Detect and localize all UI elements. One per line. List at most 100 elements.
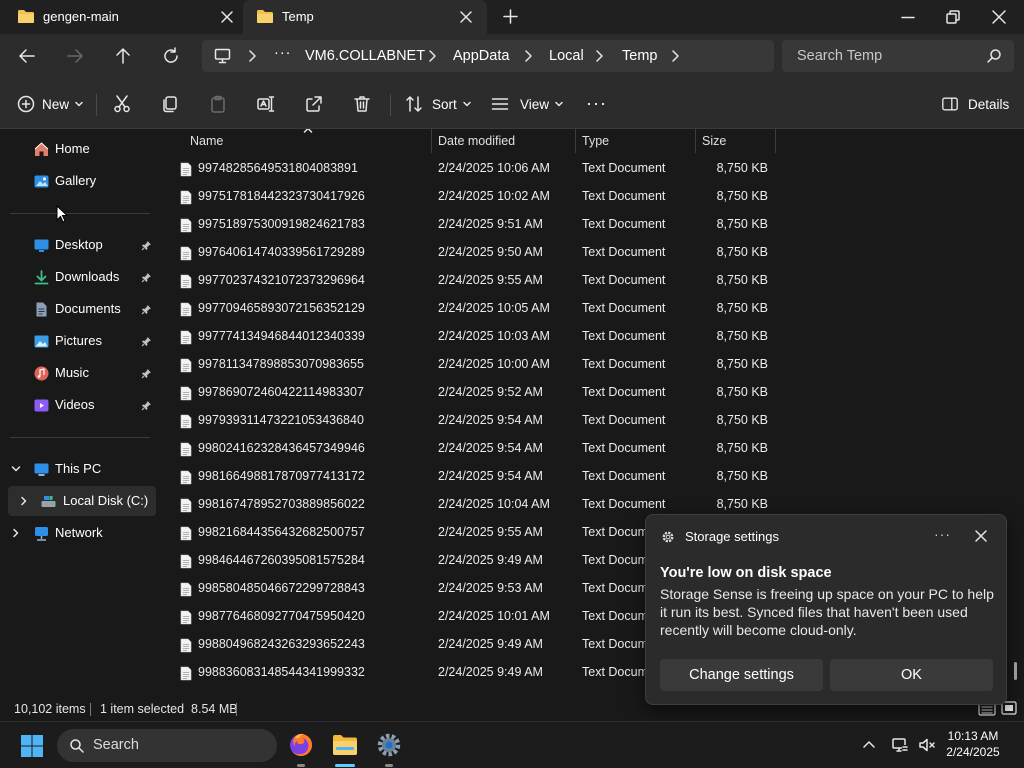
breadcrumb-item[interactable]: Temp xyxy=(622,48,657,64)
firefox-icon[interactable] xyxy=(286,730,316,760)
volume-muted-icon[interactable] xyxy=(918,736,936,754)
column-divider[interactable] xyxy=(695,129,696,153)
pin-icon[interactable] xyxy=(141,400,152,411)
sidebar-item-this-pc[interactable]: This PC xyxy=(8,454,156,484)
minimize-icon[interactable] xyxy=(899,8,917,26)
file-size: 8,750 KB xyxy=(716,441,768,455)
sidebar-item-home[interactable]: Home xyxy=(8,134,156,164)
text-file-icon xyxy=(180,386,192,401)
file-type: Text Document xyxy=(582,189,666,203)
delete-button[interactable] xyxy=(352,92,372,116)
cut-button[interactable] xyxy=(112,92,132,116)
pin-icon[interactable] xyxy=(141,368,152,379)
column-header-name[interactable]: Name xyxy=(190,134,223,148)
file-row[interactable]: 99786907246042211498330​7 2/24/2025 9:52 … xyxy=(158,379,1024,407)
address-bar[interactable]: ··· VM6.COLLABNET AppData Local Temp xyxy=(202,40,774,72)
network-status-icon[interactable] xyxy=(891,736,909,754)
chevron-right-icon[interactable] xyxy=(11,528,21,538)
chevron-down-icon[interactable] xyxy=(11,464,21,474)
column-header-size[interactable]: Size xyxy=(702,134,726,148)
system-clock[interactable]: 10:13 AM 2/24/2025 xyxy=(940,728,1006,760)
file-row[interactable]: 99816649881787097741317​2 2/24/2025 9:54 … xyxy=(158,463,1024,491)
column-divider[interactable] xyxy=(431,129,432,153)
sort-button[interactable]: Sort xyxy=(404,92,471,116)
breadcrumb-item[interactable]: Local xyxy=(549,48,584,64)
sidebar-item-videos[interactable]: Videos xyxy=(8,390,156,420)
up-arrow-icon[interactable] xyxy=(112,45,134,67)
file-type: Text Document xyxy=(582,413,666,427)
column-header-date[interactable]: Date modified xyxy=(438,134,515,148)
share-button[interactable] xyxy=(304,92,324,116)
file-row[interactable]: 99751781844232373041792​6 2/24/2025 10:02… xyxy=(158,183,1024,211)
forward-arrow-icon[interactable] xyxy=(64,45,86,67)
taskbar-search[interactable]: Search xyxy=(57,729,277,762)
file-date-modified: 2/24/2025 9:51 AM xyxy=(438,217,543,231)
sidebar-item-label: Home xyxy=(55,141,90,156)
search-input[interactable]: Search Temp xyxy=(782,40,1014,72)
ok-button[interactable]: OK xyxy=(830,659,993,691)
text-file-icon xyxy=(180,498,192,513)
sidebar-item-desktop[interactable]: Desktop xyxy=(8,230,156,260)
column-headers: Name Date modified Type Size xyxy=(158,129,1024,155)
sidebar-item-downloads[interactable]: Downloads xyxy=(8,262,156,292)
back-arrow-icon[interactable] xyxy=(16,45,38,67)
file-row[interactable]: 99781134789885307098365​5 2/24/2025 10:00… xyxy=(158,351,1024,379)
scrollbar-thumb[interactable] xyxy=(1014,662,1017,680)
chevron-right-icon[interactable] xyxy=(19,496,29,506)
pin-icon[interactable] xyxy=(141,240,152,251)
sidebar-item-documents[interactable]: Documents xyxy=(8,294,156,324)
file-row[interactable]: 99751897530091982462178​3 2/24/2025 9:51 … xyxy=(158,211,1024,239)
details-button[interactable]: Details xyxy=(941,92,1009,116)
column-divider[interactable] xyxy=(575,129,576,153)
file-type: Text Document xyxy=(582,385,666,399)
new-tab-icon[interactable] xyxy=(502,8,519,25)
refresh-icon[interactable] xyxy=(160,45,182,67)
file-explorer-icon[interactable] xyxy=(330,730,360,760)
file-date-modified: 2/24/2025 9:49 AM xyxy=(438,637,543,651)
file-row[interactable]: 9974828564953180408389​1 2/24/2025 10:06 … xyxy=(158,155,1024,183)
pin-icon[interactable] xyxy=(141,272,152,283)
windows-start-icon[interactable] xyxy=(20,734,44,758)
column-divider[interactable] xyxy=(775,129,776,153)
breadcrumb-more[interactable]: ··· xyxy=(274,45,292,61)
notification-close-icon[interactable] xyxy=(974,529,988,543)
search-icon xyxy=(987,49,1001,63)
breadcrumb-item[interactable]: AppData xyxy=(453,48,509,64)
chevron-right-icon xyxy=(672,50,679,62)
file-row[interactable]: 99802416232843645734994​6 2/24/2025 9:54 … xyxy=(158,435,1024,463)
column-header-type[interactable]: Type xyxy=(582,134,609,148)
file-date-modified: 2/24/2025 10:04 AM xyxy=(438,497,550,511)
sidebar-item-pictures[interactable]: Pictures xyxy=(8,326,156,356)
file-row[interactable]: 99793931147322105343684​0 2/24/2025 9:54 … xyxy=(158,407,1024,435)
sidebar-item-network[interactable]: Network xyxy=(8,518,156,548)
breadcrumb-item[interactable]: VM6.COLLABNET xyxy=(305,48,425,64)
tab-temp[interactable]: Temp xyxy=(243,0,487,34)
rename-button[interactable] xyxy=(256,92,276,116)
file-row[interactable]: 99764061474033956172928​9 2/24/2025 9:50 … xyxy=(158,239,1024,267)
sidebar-item-label: Local Disk (C:) xyxy=(63,493,149,508)
restore-icon[interactable] xyxy=(944,8,962,26)
settings-icon[interactable] xyxy=(374,730,404,760)
close-icon[interactable] xyxy=(990,8,1008,26)
view-button[interactable]: View xyxy=(490,92,563,116)
paste-button[interactable] xyxy=(208,92,228,116)
more-options-button[interactable]: ··· xyxy=(586,91,607,115)
pin-icon[interactable] xyxy=(141,336,152,347)
search-placeholder: Search Temp xyxy=(797,48,883,64)
file-row[interactable]: 99777413494684401234033​9 2/24/2025 10:03… xyxy=(158,323,1024,351)
file-row[interactable]: 99770237432107237329696​4 2/24/2025 9:55 … xyxy=(158,267,1024,295)
sidebar-item-local-disk[interactable]: Local Disk (C:) xyxy=(8,486,156,516)
tab-gengen-main[interactable]: gengen-main xyxy=(0,0,243,34)
new-label: New xyxy=(42,96,70,112)
change-settings-button[interactable]: Change settings xyxy=(660,659,823,691)
pin-icon[interactable] xyxy=(141,304,152,315)
file-row[interactable]: 99770946589307215635212​9 2/24/2025 10:05… xyxy=(158,295,1024,323)
sidebar-item-gallery[interactable]: Gallery xyxy=(8,166,156,196)
tab-close-icon[interactable] xyxy=(459,10,473,24)
tab-close-icon[interactable] xyxy=(220,10,234,24)
new-button[interactable]: New xyxy=(16,92,83,116)
chevron-up-icon[interactable] xyxy=(860,736,878,754)
sidebar-item-music[interactable]: Music xyxy=(8,358,156,388)
notification-more-button[interactable]: ··· xyxy=(934,526,950,542)
copy-button[interactable] xyxy=(160,92,180,116)
